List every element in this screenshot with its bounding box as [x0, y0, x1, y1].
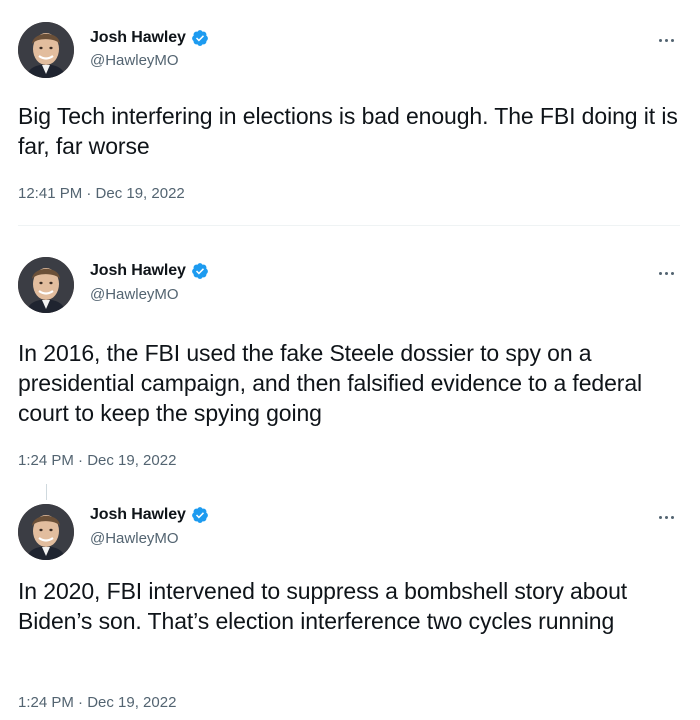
verified-badge-icon [191, 506, 209, 524]
tweet-text: In 2020, FBI intervened to suppress a bo… [18, 578, 628, 634]
tweet-text: In 2016, the FBI used the fake Steele do… [18, 340, 643, 426]
avatar[interactable] [18, 22, 74, 78]
avatar-photo-icon [18, 504, 74, 560]
tweet-timestamp[interactable]: 1:24 PM · Dec 19, 2022 [18, 694, 176, 711]
avatar[interactable] [18, 504, 74, 560]
more-options-icon[interactable] [654, 266, 678, 280]
tweet-2[interactable]: Josh Hawley @HawleyMO In 2016, the FBI u… [0, 226, 700, 476]
more-options-icon[interactable] [654, 33, 678, 47]
tweet-timestamp[interactable]: 1:24 PM · Dec 19, 2022 [18, 452, 176, 469]
author-handle[interactable]: @HawleyMO [90, 52, 179, 69]
avatar-photo-icon [18, 22, 74, 78]
verified-badge-icon [191, 29, 209, 47]
author-name[interactable]: Josh Hawley [90, 29, 186, 47]
author-name[interactable]: Josh Hawley [90, 506, 186, 524]
tweet-timestamp[interactable]: 12:41 PM · Dec 19, 2022 [18, 185, 185, 202]
more-options-icon[interactable] [654, 510, 678, 524]
author-handle[interactable]: @HawleyMO [90, 530, 179, 547]
tweet-text: Big Tech interfering in elections is bad… [18, 103, 678, 159]
author-name[interactable]: Josh Hawley [90, 262, 186, 280]
tweet-1[interactable]: Josh Hawley @HawleyMO Big Tech interferi… [0, 0, 700, 226]
verified-badge-icon [191, 262, 209, 280]
avatar-photo-icon [18, 257, 74, 313]
author-handle[interactable]: @HawleyMO [90, 286, 179, 303]
avatar[interactable] [18, 257, 74, 313]
tweet-3[interactable]: Josh Hawley @HawleyMO In 2020, FBI inter… [0, 476, 700, 720]
